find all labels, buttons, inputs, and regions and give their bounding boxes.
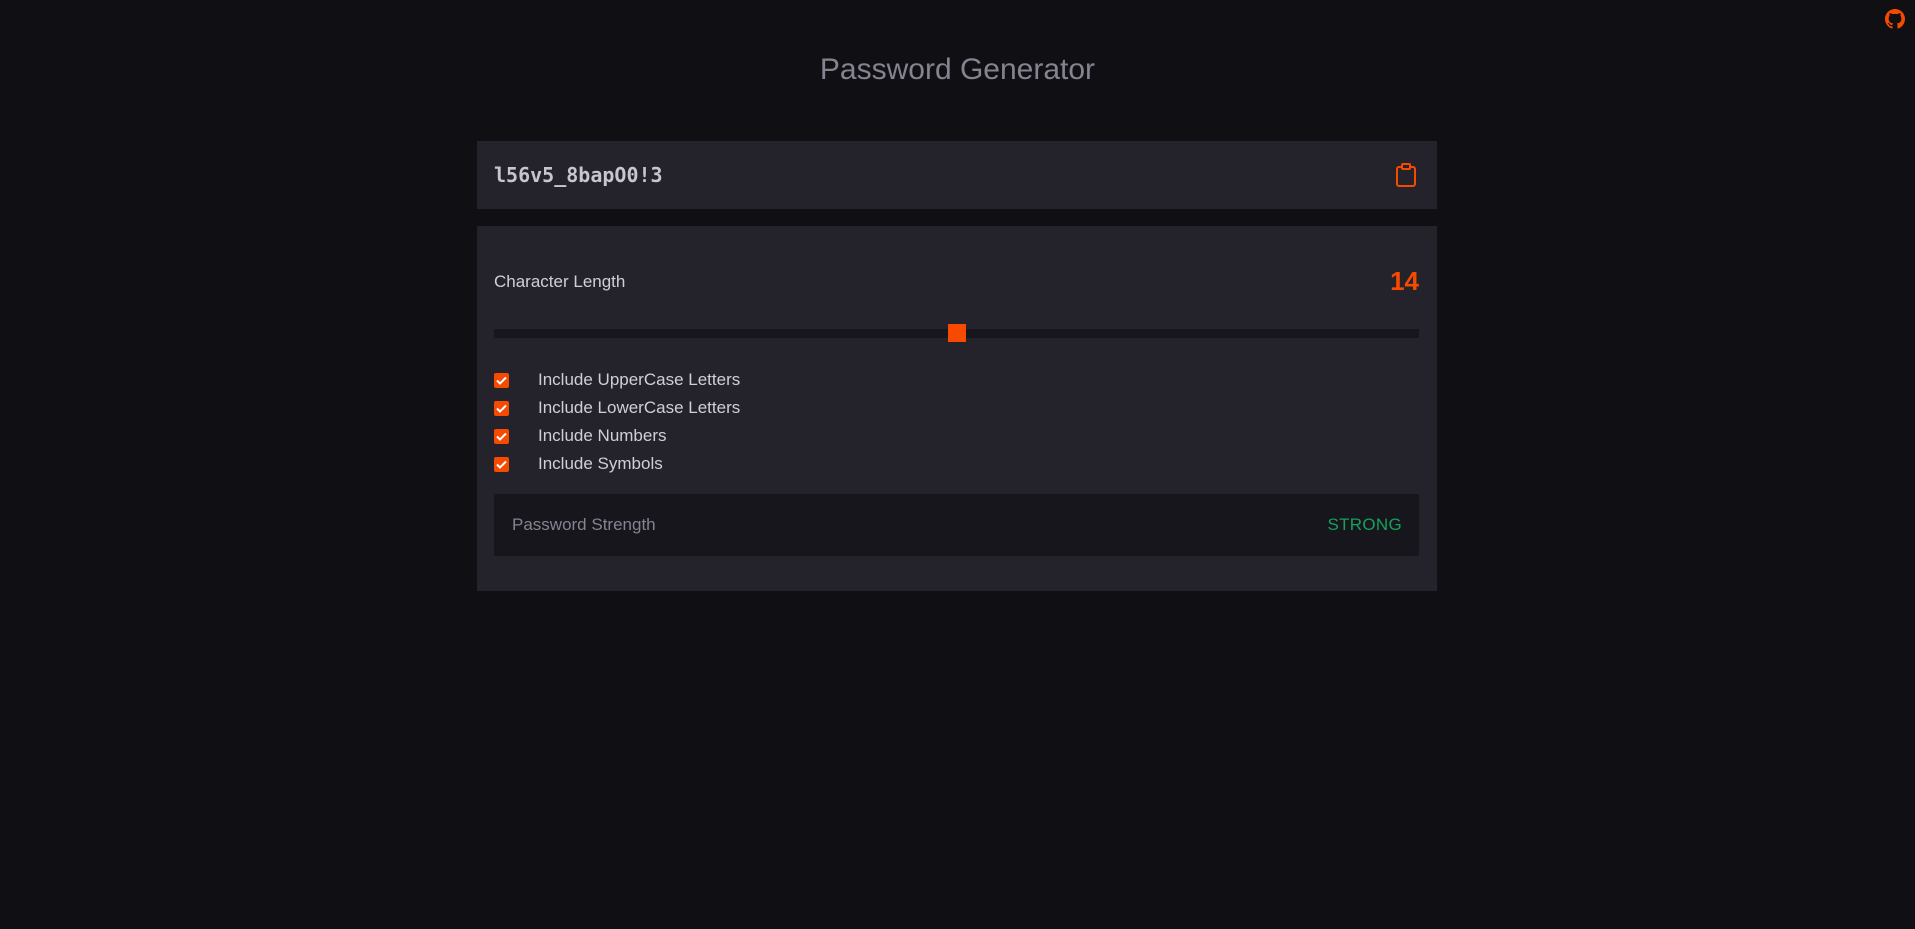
lowercase-checkbox[interactable] [494,401,509,416]
options-list: Include UpperCase Letters Include LowerC… [494,366,1394,478]
uppercase-checkbox[interactable] [494,373,509,388]
checkmark-icon [496,460,507,469]
password-display: l56v5_8bapO0!3 [477,141,1437,209]
numbers-checkbox[interactable] [494,429,509,444]
option-uppercase[interactable]: Include UpperCase Letters [494,366,1394,394]
lowercase-label: Include LowerCase Letters [538,398,741,417]
character-length-label: Character Length [494,272,626,291]
page-title: Password Generator [819,53,1096,86]
option-symbols[interactable]: Include Symbols [494,450,1394,478]
checkmark-icon [496,404,507,413]
numbers-label: Include Numbers [538,426,667,445]
strength-value: STRONG [1327,515,1402,534]
slider-thumb[interactable] [947,324,966,342]
copy-button[interactable] [1393,161,1419,189]
clipboard-icon [1395,163,1417,187]
github-link[interactable] [1885,9,1905,29]
password-strength: Password Strength STRONG [494,494,1419,556]
generated-password: l56v5_8bapO0!3 [494,163,663,187]
strength-label: Password Strength [512,515,656,534]
character-length-value: 14 [1390,266,1419,296]
symbols-checkbox[interactable] [494,457,509,472]
length-row: Character Length 14 [494,266,1419,296]
github-icon [1885,9,1905,29]
settings-panel: Character Length 14 Include UpperCase Le… [477,226,1437,591]
option-lowercase[interactable]: Include LowerCase Letters [494,394,1394,422]
checkmark-icon [496,376,507,385]
option-numbers[interactable]: Include Numbers [494,422,1394,450]
uppercase-label: Include UpperCase Letters [538,370,741,389]
symbols-label: Include Symbols [538,454,663,473]
checkmark-icon [496,432,507,441]
length-slider[interactable] [494,323,1419,343]
